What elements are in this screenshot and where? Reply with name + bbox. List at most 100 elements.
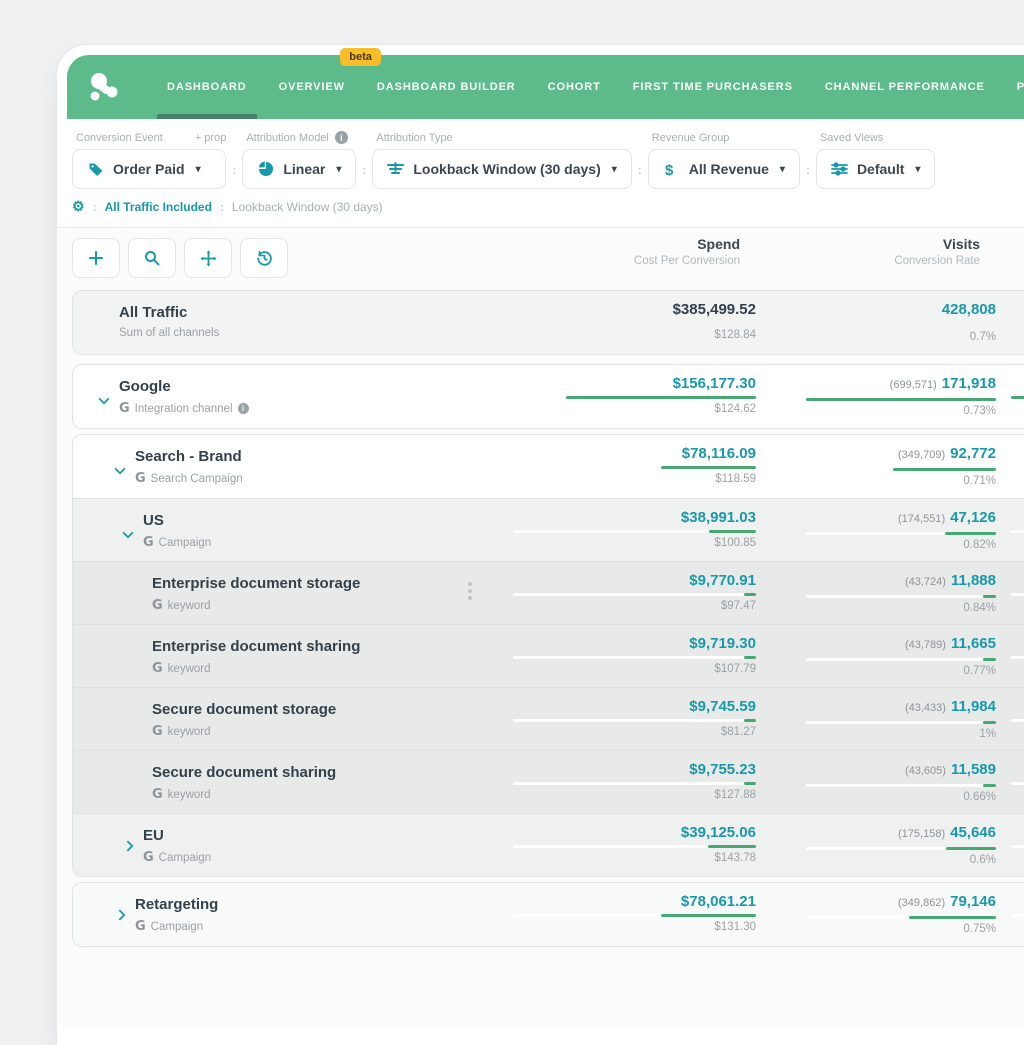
next-column-bar <box>1011 593 1024 596</box>
google-icon: G <box>135 471 146 486</box>
gear-icon[interactable]: ⚙ <box>72 198 85 215</box>
dropdown-attribution-type[interactable]: Lookback Window (30 days)▾ <box>372 149 631 189</box>
table-row-enterprise-document-sharing[interactable]: Enterprise document sharing G keyword $9… <box>73 624 1024 687</box>
table-row-all-traffic[interactable]: All Traffic Sum of all channels $385,499… <box>73 291 1024 354</box>
table-row-retargeting[interactable]: Retargeting G Campaign $78,061.21 $131.3… <box>73 883 1024 946</box>
table-card: Google G Integration channel i $156,177.… <box>72 364 1024 429</box>
chevron-down-icon: ▾ <box>915 164 920 175</box>
visits-cell: (699,571)171,918 0.73% <box>773 374 996 417</box>
next-column-bar <box>1011 466 1024 469</box>
column-header-visits[interactable]: Visits Conversion Rate <box>740 236 980 267</box>
filter-label: Revenue Group <box>652 132 800 144</box>
equalizer-icon <box>831 162 848 176</box>
history-button[interactable] <box>240 238 288 278</box>
tab-paths[interactable]: PATHS <box>1001 55 1024 119</box>
report-section: Spend Cost Per Conversion Visits Convers… <box>57 227 1024 1027</box>
google-icon: G <box>152 661 163 676</box>
info-icon[interactable]: i <box>335 131 348 144</box>
row-title: US <box>143 512 164 529</box>
dropdown-saved-views[interactable]: Default▾ <box>816 149 935 189</box>
filter-label-text: Revenue Group <box>652 132 730 144</box>
next-column-bar <box>1011 845 1024 848</box>
spend-value: $78,061.21 <box>513 892 756 911</box>
info-icon[interactable]: i <box>238 403 249 414</box>
spend-cell: $38,991.03 $100.85 <box>513 508 756 549</box>
next-column-bar <box>1011 396 1024 399</box>
tab-dashboard-builder[interactable]: DASHBOARD BUILDER <box>361 55 532 119</box>
dropdown-conversion-event[interactable]: Order Paid▾ <box>72 149 226 189</box>
filter-label-text: Attribution Model <box>246 132 329 144</box>
spend-bar <box>513 914 756 917</box>
move-button[interactable] <box>184 238 232 278</box>
column-title: Visits <box>740 236 980 252</box>
row-subtitle: G Search Campaign <box>135 471 243 486</box>
chevron-down-icon[interactable] <box>98 393 109 404</box>
cost-per-conversion-value: $97.47 <box>513 600 756 612</box>
add-button[interactable] <box>72 238 120 278</box>
visits-bar <box>806 847 996 850</box>
chevron-right-icon[interactable] <box>114 909 125 920</box>
table-row-eu[interactable]: EU G Campaign $39,125.06 $143.78 (175,15… <box>73 813 1024 876</box>
column-header-spend[interactable]: Spend Cost Per Conversion <box>500 236 740 267</box>
chevron-down-icon[interactable] <box>122 527 133 538</box>
spend-cell: $156,177.30 $124.62 <box>513 374 756 415</box>
google-icon: G <box>143 535 154 550</box>
visits-cell: (175,158)45,646 0.6% <box>773 823 996 866</box>
visits-bar <box>806 784 996 787</box>
table-row-secure-document-sharing[interactable]: Secure document sharing G keyword $9,755… <box>73 750 1024 813</box>
tab-overview[interactable]: OVERVIEWbeta <box>263 55 361 119</box>
row-subtitle: G Campaign <box>143 535 211 550</box>
dropdown-revenue-group[interactable]: $All Revenue▾ <box>648 149 800 189</box>
traffic-filter-link[interactable]: All Traffic Included <box>105 200 212 214</box>
column-subtitle: Cost Per Conversion <box>500 255 740 267</box>
table-row-enterprise-document-storage[interactable]: Enterprise document storage G keyword $9… <box>73 561 1024 624</box>
table-row-secure-document-storage[interactable]: Secure document storage G keyword $9,745… <box>73 687 1024 750</box>
tab-label: COHORT <box>548 81 601 93</box>
google-icon: G <box>152 724 163 739</box>
chevron-right-icon[interactable] <box>122 840 133 851</box>
google-icon: G <box>152 598 163 613</box>
spend-bar <box>513 530 756 533</box>
tab-cohort[interactable]: COHORT <box>532 55 617 119</box>
cost-per-conversion-value: $124.62 <box>513 403 756 415</box>
visits-cell: (174,551)47,126 0.82% <box>773 508 996 551</box>
row-subtitle: G Campaign <box>135 919 203 934</box>
attribution-table: All Traffic Sum of all channels $385,499… <box>72 290 1024 947</box>
table-row-us[interactable]: US G Campaign $38,991.03 $100.85 (174,55… <box>73 498 1024 561</box>
table-row-google[interactable]: Google G Integration channel i $156,177.… <box>73 365 1024 428</box>
column-subtitle: Conversion Rate <box>740 255 980 267</box>
tab-channel-performance[interactable]: CHANNEL PERFORMANCE <box>809 55 1001 119</box>
add-property-button[interactable]: + prop <box>195 132 227 144</box>
row-subtitle: G keyword <box>152 598 211 613</box>
conversion-rate-value: 0.77% <box>773 665 996 677</box>
chevron-down-icon[interactable] <box>114 463 125 474</box>
spend-bar <box>513 593 756 596</box>
tab-label: FIRST TIME PURCHASERS <box>633 81 793 93</box>
dropdown-attribution-model[interactable]: Linear▾ <box>242 149 356 189</box>
spend-cell: $9,745.59 $81.27 <box>513 697 756 738</box>
visits-total: (43,724) <box>905 576 946 588</box>
spend-value: $9,745.59 <box>513 697 756 716</box>
tab-dashboard[interactable]: DASHBOARD <box>151 55 263 119</box>
spend-bar <box>513 719 756 722</box>
tab-first-time-purchasers[interactable]: FIRST TIME PURCHASERS <box>617 55 809 119</box>
drag-handle-icon[interactable] <box>468 582 472 600</box>
spend-cell: $385,499.52 $128.84 <box>513 300 756 341</box>
visits-value: 92,772 <box>950 445 996 462</box>
search-button[interactable] <box>128 238 176 278</box>
spend-value: $9,770.91 <box>513 571 756 590</box>
filter-label-text: Conversion Event <box>76 132 163 144</box>
pie-icon <box>257 161 274 177</box>
chevron-down-icon: ▾ <box>336 164 341 175</box>
visits-value: 45,646 <box>950 824 996 841</box>
table-row-search---brand[interactable]: Search - Brand G Search Campaign $78,116… <box>73 435 1024 498</box>
row-title: Google <box>119 378 171 395</box>
app-logo-icon[interactable] <box>87 70 123 104</box>
visits-total: (349,862) <box>898 897 945 909</box>
row-title: Secure document storage <box>152 701 336 718</box>
visits-bar <box>806 916 996 919</box>
filter-label-text: Attribution Type <box>376 132 452 144</box>
cost-per-conversion-value: $143.78 <box>513 852 756 864</box>
spend-bar <box>513 845 756 848</box>
spend-value: $38,991.03 <box>513 508 756 527</box>
